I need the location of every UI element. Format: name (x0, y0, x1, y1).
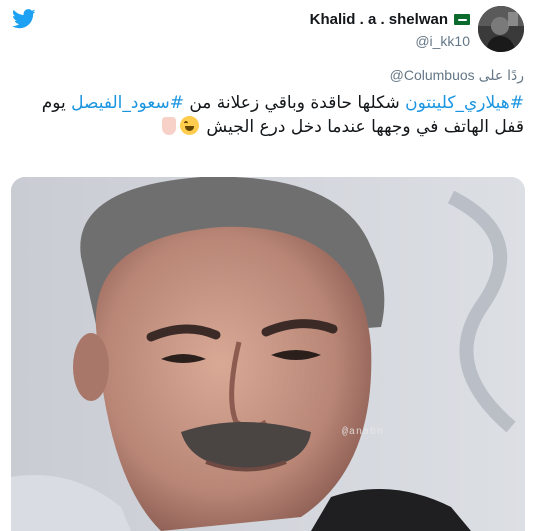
saudi-flag-icon (454, 14, 470, 25)
hashtag-link[interactable]: #هيلاري_كلينتون (405, 93, 524, 113)
tweet-text: #هيلاري_كلينتون شكلها حاقدة وباقي زعلانة… (19, 91, 524, 139)
tweet-text-segment: شكلها حاقدة وباقي زعلانة من (183, 93, 406, 113)
backhand-index-pointing-down-emoji (162, 117, 177, 135)
embedded-tweet: Khalid . a . shelwan @i_kk10 ردًا على @C… (0, 0, 536, 531)
face-with-tears-of-joy-emoji (180, 116, 200, 135)
reply-prefix: ردًا على (478, 67, 524, 83)
reply-mention[interactable]: @Columbuos (390, 67, 475, 83)
user-handle[interactable]: @i_kk10 (310, 33, 470, 49)
twitter-bird-icon[interactable] (12, 9, 36, 29)
media-photo (11, 177, 525, 531)
media-watermark: @anabn (342, 427, 385, 438)
user-avatar[interactable] (478, 6, 524, 52)
tweet-media-image[interactable]: @anabn (11, 177, 525, 531)
reply-context: ردًا على @Columbuos (390, 67, 524, 84)
display-name-row: Khalid . a . shelwan (310, 11, 470, 28)
hashtag-link[interactable]: #سعود_الفيصل (71, 93, 184, 113)
user-names: Khalid . a . shelwan @i_kk10 (310, 11, 470, 49)
display-name[interactable]: Khalid . a . shelwan (310, 11, 448, 28)
